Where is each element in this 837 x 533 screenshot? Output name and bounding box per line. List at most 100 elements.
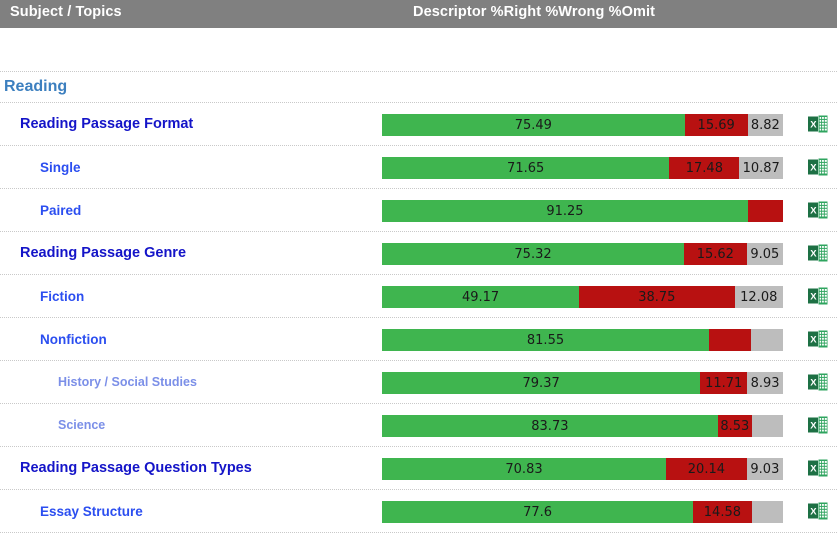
topic-label-history-social-studies[interactable]: History / Social Studies xyxy=(58,361,197,403)
bar-segment-right: 79.37 xyxy=(382,372,701,394)
svg-text:X: X xyxy=(810,248,817,259)
performance-bar-reading-passage-format: 75.49 15.69 8.82 xyxy=(382,114,783,136)
bar-value-omit: 12.08 xyxy=(740,289,778,305)
bar-segment-omit: 8.82 xyxy=(747,114,783,136)
performance-bar-fiction: 49.17 38.75 12.08 xyxy=(382,286,783,308)
excel-export-icon[interactable]: X xyxy=(808,157,828,177)
bar-value-right: 75.49 xyxy=(514,117,552,133)
bar-track: 75.49 15.69 8.82 xyxy=(382,114,783,136)
bar-segment-omit xyxy=(751,415,783,437)
bar-value-right: 75.32 xyxy=(514,246,552,262)
excel-export-icon[interactable]: X xyxy=(808,501,828,521)
table-row: Essay Structure 77.6 14.58 X xyxy=(0,490,837,533)
bar-segment-omit: 12.08 xyxy=(734,286,783,308)
section-row: Reading xyxy=(0,72,837,103)
bar-track: 81.55 xyxy=(382,329,783,351)
bar-track: 71.65 17.48 10.87 xyxy=(382,157,783,179)
bar-segment-right: 75.49 xyxy=(382,114,685,136)
report-rows: Reading Reading Passage Format 75.49 15.69 8… xyxy=(0,28,837,533)
bar-value-right: 71.65 xyxy=(507,160,545,176)
table-row: Nonfiction 81.55 X xyxy=(0,318,837,361)
excel-export-icon[interactable]: X xyxy=(808,114,828,134)
topic-label-nonfiction[interactable]: Nonfiction xyxy=(40,318,107,360)
svg-text:X: X xyxy=(810,420,817,431)
table-row: Reading Passage Format 75.49 15.69 8.82 X xyxy=(0,103,837,146)
performance-report: Subject / Topics Descriptor %Right %Wron… xyxy=(0,0,837,533)
column-header-metrics: Descriptor %Right %Wrong %Omit xyxy=(413,4,655,20)
performance-bar-history-social-studies: 79.37 11.71 8.93 xyxy=(382,372,783,394)
bar-value-right: 83.73 xyxy=(531,418,569,434)
bar-segment-wrong: 15.62 xyxy=(684,243,747,265)
topic-label-science[interactable]: Science xyxy=(58,404,105,446)
bar-segment-right: 71.65 xyxy=(382,157,670,179)
svg-text:X: X xyxy=(810,162,817,173)
svg-text:X: X xyxy=(810,377,817,388)
bar-value-right: 91.25 xyxy=(546,203,584,219)
bar-value-right: 81.55 xyxy=(526,332,565,348)
bar-track: 83.73 8.53 xyxy=(382,415,783,437)
bar-value-wrong: 8.53 xyxy=(720,418,750,434)
topic-label-essay-structure[interactable]: Essay Structure xyxy=(40,490,143,532)
excel-export-icon[interactable]: X xyxy=(808,329,828,349)
bar-value-right: 49.17 xyxy=(461,289,500,305)
bar-value-omit: 9.03 xyxy=(750,461,780,477)
topic-label-reading-passage-question-types[interactable]: Reading Passage Question Types xyxy=(20,447,252,489)
section-label-reading[interactable]: Reading xyxy=(4,72,67,102)
svg-text:X: X xyxy=(810,334,817,345)
table-row: Paired 91.25 X xyxy=(0,189,837,232)
bar-track: 77.6 14.58 xyxy=(382,501,783,523)
bar-segment-omit xyxy=(750,329,783,351)
svg-text:X: X xyxy=(810,291,817,302)
bar-value-right: 79.37 xyxy=(522,375,560,391)
bar-segment-wrong: 38.75 xyxy=(579,286,735,308)
table-row: Fiction 49.17 38.75 12.08 X xyxy=(0,275,837,318)
bar-track: 49.17 38.75 12.08 xyxy=(382,286,783,308)
bar-segment-right: 81.55 xyxy=(382,329,709,351)
bar-value-wrong: 17.48 xyxy=(685,160,723,176)
excel-export-icon[interactable]: X xyxy=(808,415,828,435)
bar-segment-omit: 10.87 xyxy=(739,157,783,179)
bar-segment-omit: 9.03 xyxy=(746,458,783,480)
bar-segment-right: 83.73 xyxy=(382,415,718,437)
bar-track: 75.32 15.62 9.05 xyxy=(382,243,783,265)
bar-track: 91.25 xyxy=(382,200,783,222)
bar-segment-omit xyxy=(751,501,783,523)
svg-text:X: X xyxy=(810,463,817,474)
excel-export-icon[interactable]: X xyxy=(808,243,828,263)
bar-segment-omit: 9.05 xyxy=(746,243,783,265)
topic-label-fiction[interactable]: Fiction xyxy=(40,275,84,317)
bar-value-omit: 9.05 xyxy=(750,246,780,262)
bar-segment-wrong xyxy=(709,329,751,351)
bar-value-wrong: 14.58 xyxy=(703,504,741,520)
bar-value-wrong: 20.14 xyxy=(687,461,725,477)
bar-value-wrong: 38.75 xyxy=(638,289,676,305)
bar-value-omit: 10.87 xyxy=(742,160,780,176)
topic-label-paired[interactable]: Paired xyxy=(40,189,81,231)
bar-segment-wrong: 17.48 xyxy=(669,157,740,179)
topic-label-single[interactable]: Single xyxy=(40,146,81,188)
excel-export-icon[interactable]: X xyxy=(808,200,828,220)
topic-label-reading-passage-genre[interactable]: Reading Passage Genre xyxy=(20,232,186,274)
bar-value-right: 77.6 xyxy=(523,504,553,520)
excel-export-icon[interactable]: X xyxy=(808,372,828,392)
excel-export-icon[interactable]: X xyxy=(808,286,828,306)
bar-segment-wrong xyxy=(747,200,783,222)
bar-value-wrong: 15.69 xyxy=(697,117,735,133)
performance-bar-single: 71.65 17.48 10.87 xyxy=(382,157,783,179)
bar-value-wrong: 11.71 xyxy=(705,375,743,391)
performance-bar-essay-structure: 77.6 14.58 xyxy=(382,501,783,523)
performance-bar-reading-passage-genre: 75.32 15.62 9.05 xyxy=(382,243,783,265)
performance-bar-nonfiction: 81.55 xyxy=(382,329,783,351)
svg-text:X: X xyxy=(810,119,817,130)
performance-bar-science: 83.73 8.53 xyxy=(382,415,783,437)
bar-segment-wrong: 11.71 xyxy=(700,372,748,394)
table-row: History / Social Studies 79.37 11.71 8.93 X xyxy=(0,361,837,404)
performance-bar-paired: 91.25 xyxy=(382,200,783,222)
bar-track: 70.83 20.14 9.03 xyxy=(382,458,783,480)
bar-segment-right: 91.25 xyxy=(382,200,748,222)
bar-segment-wrong: 20.14 xyxy=(666,458,747,480)
topic-label-reading-passage-format[interactable]: Reading Passage Format xyxy=(20,103,193,145)
table-header: Subject / Topics Descriptor %Right %Wron… xyxy=(0,0,837,28)
bar-segment-right: 49.17 xyxy=(382,286,580,308)
excel-export-icon[interactable]: X xyxy=(808,458,828,478)
